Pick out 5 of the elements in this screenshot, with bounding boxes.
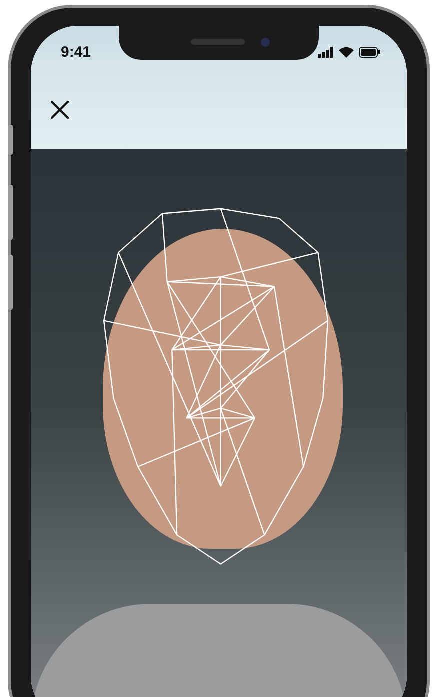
signal-icon	[318, 46, 334, 58]
camera-icon	[261, 38, 270, 47]
battery-icon	[359, 46, 381, 58]
wifi-icon	[339, 46, 354, 58]
status-time: 9:41	[61, 44, 92, 60]
